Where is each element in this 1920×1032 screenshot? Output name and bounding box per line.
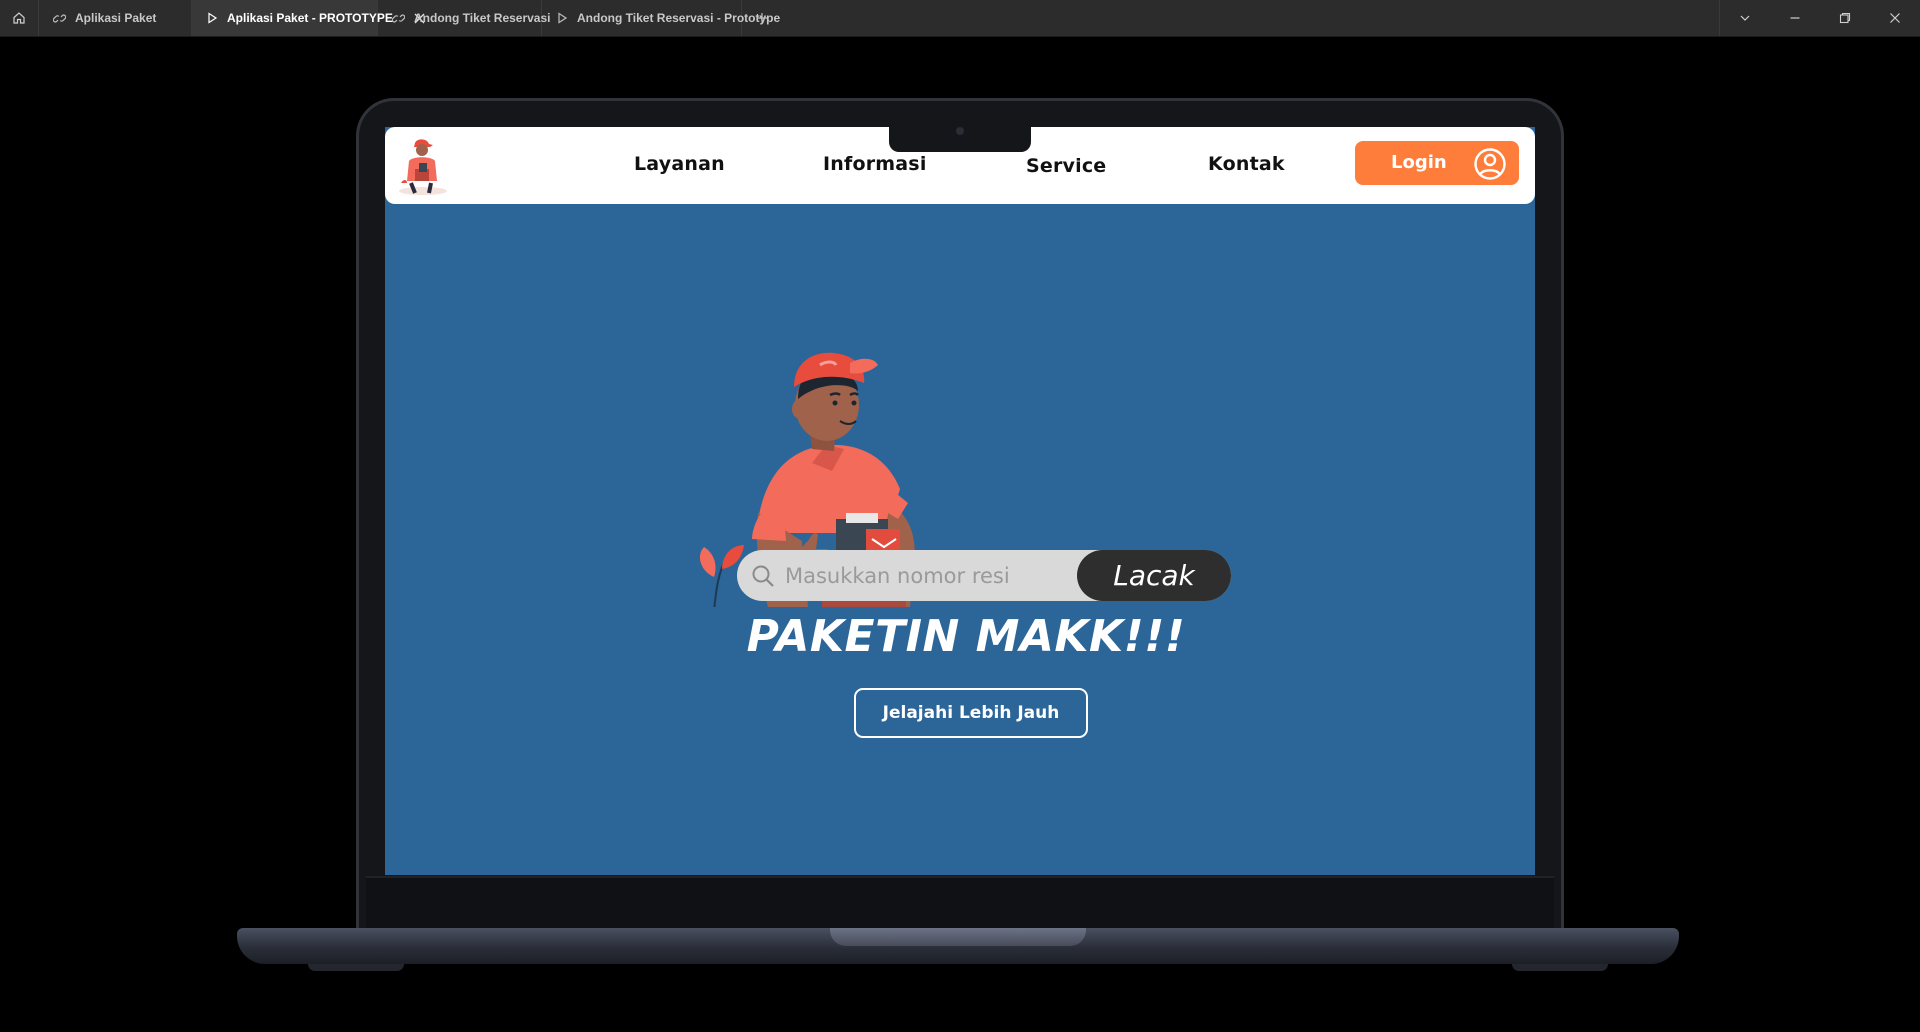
user-circle-icon: [1473, 147, 1507, 181]
nav-item-layanan[interactable]: Layanan: [634, 153, 725, 175]
tab-aplikasi-paket[interactable]: Aplikasi Paket: [39, 0, 192, 36]
laptop-foot: [1512, 964, 1608, 971]
login-button[interactable]: Login: [1355, 141, 1519, 185]
play-icon: [206, 12, 218, 24]
tab-label: Andong Tiket Reservasi: [414, 11, 551, 25]
track-button[interactable]: Lacak: [1077, 550, 1231, 601]
login-label: Login: [1391, 152, 1447, 173]
camera-icon: [956, 127, 964, 135]
home-icon[interactable]: [0, 0, 39, 36]
nav-item-kontak[interactable]: Kontak: [1208, 153, 1285, 175]
explore-button[interactable]: Jelajahi Lebih Jauh: [854, 688, 1088, 738]
tab-label: Aplikasi Paket - PROTOTYPE: [227, 11, 393, 25]
chevron-down-icon[interactable]: [1720, 0, 1770, 36]
tracking-search-bar: Lacak: [737, 550, 1231, 601]
tab-andong-tiket-reservasi-prototype[interactable]: Andong Tiket Reservasi - Prototype: [542, 0, 780, 36]
laptop-bezel-bottom: [366, 876, 1554, 928]
tab-bar: Aplikasi Paket Aplikasi Paket - PROTOTYP…: [0, 0, 1920, 37]
tracking-number-input[interactable]: [785, 550, 1085, 601]
restore-icon[interactable]: [1820, 0, 1870, 36]
tab-andong-tiket-reservasi[interactable]: Andong Tiket Reservasi: [378, 0, 551, 36]
courier-logo[interactable]: [395, 135, 455, 197]
window-controls: [1719, 0, 1920, 36]
laptop-opening-notch: [830, 928, 1086, 946]
tab-label: Aplikasi Paket: [75, 11, 157, 25]
nav-item-service[interactable]: Service: [1026, 155, 1106, 177]
search-icon: [751, 564, 775, 588]
nav-item-informasi[interactable]: Informasi: [823, 153, 927, 175]
close-window-icon[interactable]: [1870, 0, 1920, 36]
figma-link-icon: [392, 12, 405, 25]
camera-notch: [889, 127, 1031, 152]
tab-aplikasi-paket-prototype[interactable]: Aplikasi Paket - PROTOTYPE: [192, 0, 425, 36]
laptop-base: [237, 928, 1679, 964]
play-icon: [556, 12, 568, 24]
laptop-foot: [308, 964, 404, 971]
minimize-icon[interactable]: [1770, 0, 1820, 36]
figma-link-icon: [53, 12, 66, 25]
prototype-screen: Layanan Informasi Service Kontak Login M…: [385, 127, 1535, 875]
plus-icon[interactable]: [742, 0, 782, 36]
hero-headline: PAKETIN MAKK!!!: [746, 611, 1186, 662]
